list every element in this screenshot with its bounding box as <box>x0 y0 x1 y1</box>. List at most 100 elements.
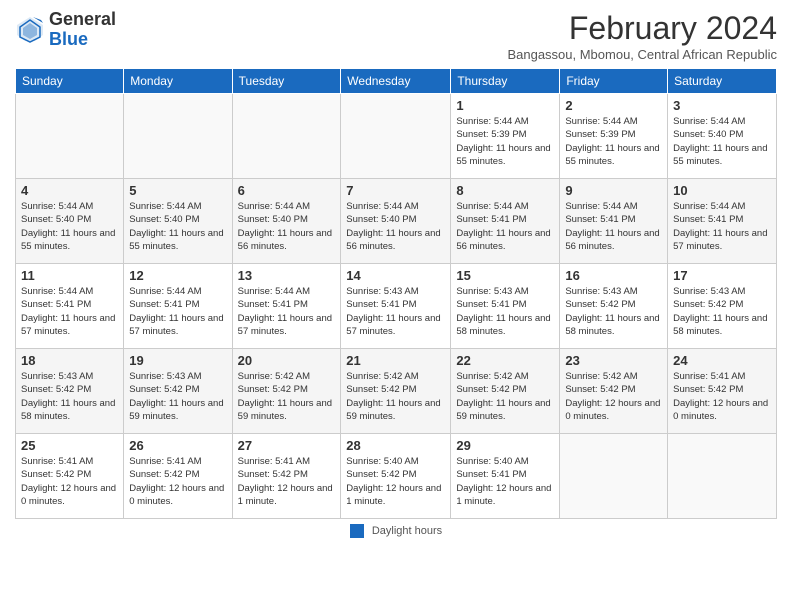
calendar-cell: 11 Sunrise: 5:44 AM Sunset: 5:41 PM Dayli… <box>16 264 124 349</box>
title-section: February 2024 Bangassou, Mbomou, Central… <box>507 10 777 62</box>
day-number: 5 <box>129 183 226 198</box>
calendar-header-sunday: Sunday <box>16 69 124 94</box>
day-info: Sunrise: 5:42 AM Sunset: 5:42 PM Dayligh… <box>565 370 662 423</box>
calendar-cell: 15Sunrise: 5:43 AM Sunset: 5:41 PM Dayli… <box>451 264 560 349</box>
calendar-cell: 27 Sunrise: 5:41 AM Sunset: 5:42 PM Dayli… <box>232 434 341 519</box>
page: General Blue February 2024 Bangassou, Mb… <box>0 0 792 612</box>
day-info: Sunrise: 5:44 AM Sunset: 5:39 PM Dayligh… <box>565 115 662 168</box>
calendar-cell: 24 Sunrise: 5:41 AM Sunset: 5:42 PM Dayli… <box>668 349 777 434</box>
day-number: 12 <box>129 268 226 283</box>
calendar-header-tuesday: Tuesday <box>232 69 341 94</box>
legend-box <box>350 524 364 538</box>
calendar-cell: 23 Sunrise: 5:42 AM Sunset: 5:42 PM Dayli… <box>560 349 668 434</box>
month-title: February 2024 <box>507 10 777 47</box>
day-info: Sunrise: 5:41 AM Sunset: 5:42 PM Dayligh… <box>673 370 771 423</box>
footer: Daylight hours <box>15 524 777 538</box>
day-number: 17 <box>673 268 771 283</box>
calendar-cell: 19 Sunrise: 5:43 AM Sunset: 5:42 PM Dayli… <box>124 349 232 434</box>
calendar-cell <box>16 94 124 179</box>
day-number: 23 <box>565 353 662 368</box>
day-info: Sunrise: 5:44 AM Sunset: 5:40 PM Dayligh… <box>129 200 226 253</box>
calendar-cell: 25Sunrise: 5:41 AM Sunset: 5:42 PM Dayli… <box>16 434 124 519</box>
logo-text: General Blue <box>49 10 116 50</box>
calendar-cell: 10 Sunrise: 5:44 AM Sunset: 5:41 PM Dayli… <box>668 179 777 264</box>
calendar-cell <box>668 434 777 519</box>
logo-blue: Blue <box>49 29 88 49</box>
day-info: Sunrise: 5:43 AM Sunset: 5:42 PM Dayligh… <box>129 370 226 423</box>
day-info: Sunrise: 5:40 AM Sunset: 5:42 PM Dayligh… <box>346 455 445 508</box>
calendar-cell: 5 Sunrise: 5:44 AM Sunset: 5:40 PM Daylig… <box>124 179 232 264</box>
day-info: Sunrise: 5:42 AM Sunset: 5:42 PM Dayligh… <box>456 370 554 423</box>
calendar-cell: 12Sunrise: 5:44 AM Sunset: 5:41 PM Dayli… <box>124 264 232 349</box>
day-info: Sunrise: 5:41 AM Sunset: 5:42 PM Dayligh… <box>129 455 226 508</box>
calendar-header-friday: Friday <box>560 69 668 94</box>
calendar-cell: 21 Sunrise: 5:42 AM Sunset: 5:42 PM Dayli… <box>341 349 451 434</box>
calendar-cell: 4Sunrise: 5:44 AM Sunset: 5:40 PM Daylig… <box>16 179 124 264</box>
day-number: 25 <box>21 438 118 453</box>
logo-general: General <box>49 9 116 29</box>
day-number: 26 <box>129 438 226 453</box>
calendar-cell: 7 Sunrise: 5:44 AM Sunset: 5:40 PM Daylig… <box>341 179 451 264</box>
day-number: 3 <box>673 98 771 113</box>
calendar-cell: 13 Sunrise: 5:44 AM Sunset: 5:41 PM Dayli… <box>232 264 341 349</box>
logo-icon <box>15 15 45 45</box>
day-number: 16 <box>565 268 662 283</box>
day-info: Sunrise: 5:44 AM Sunset: 5:40 PM Dayligh… <box>238 200 336 253</box>
day-number: 19 <box>129 353 226 368</box>
day-number: 9 <box>565 183 662 198</box>
calendar-header-thursday: Thursday <box>451 69 560 94</box>
day-number: 13 <box>238 268 336 283</box>
day-number: 10 <box>673 183 771 198</box>
day-number: 8 <box>456 183 554 198</box>
day-number: 20 <box>238 353 336 368</box>
day-number: 18 <box>21 353 118 368</box>
day-number: 1 <box>456 98 554 113</box>
day-info: Sunrise: 5:43 AM Sunset: 5:42 PM Dayligh… <box>565 285 662 338</box>
calendar-week-row: 11 Sunrise: 5:44 AM Sunset: 5:41 PM Dayli… <box>16 264 777 349</box>
calendar-cell: 8 Sunrise: 5:44 AM Sunset: 5:41 PM Daylig… <box>451 179 560 264</box>
calendar-cell: 18Sunrise: 5:43 AM Sunset: 5:42 PM Dayli… <box>16 349 124 434</box>
day-info: Sunrise: 5:44 AM Sunset: 5:40 PM Dayligh… <box>21 200 118 253</box>
day-number: 21 <box>346 353 445 368</box>
calendar-week-row: 25 Sunrise: 5:41 AM Sunset: 5:42 PM Dayli… <box>16 434 777 519</box>
calendar-header-saturday: Saturday <box>668 69 777 94</box>
calendar-header-monday: Monday <box>124 69 232 94</box>
calendar-cell <box>232 94 341 179</box>
day-info: Sunrise: 5:44 AM Sunset: 5:40 PM Dayligh… <box>673 115 771 168</box>
calendar-week-row: 4Sunrise: 5:44 AM Sunset: 5:40 PM Daylig… <box>16 179 777 264</box>
day-info: Sunrise: 5:44 AM Sunset: 5:41 PM Dayligh… <box>21 285 118 338</box>
day-info: Sunrise: 5:42 AM Sunset: 5:42 PM Dayligh… <box>238 370 336 423</box>
day-number: 7 <box>346 183 445 198</box>
calendar-cell: 14 Sunrise: 5:43 AM Sunset: 5:41 PM Dayli… <box>341 264 451 349</box>
legend-label: Daylight hours <box>372 525 442 537</box>
day-info: Sunrise: 5:42 AM Sunset: 5:42 PM Dayligh… <box>346 370 445 423</box>
day-info: Sunrise: 5:43 AM Sunset: 5:41 PM Dayligh… <box>346 285 445 338</box>
day-number: 29 <box>456 438 554 453</box>
day-number: 24 <box>673 353 771 368</box>
day-info: Sunrise: 5:44 AM Sunset: 5:40 PM Dayligh… <box>346 200 445 253</box>
subtitle: Bangassou, Mbomou, Central African Repub… <box>507 47 777 62</box>
calendar-header-wednesday: Wednesday <box>341 69 451 94</box>
day-info: Sunrise: 5:44 AM Sunset: 5:41 PM Dayligh… <box>456 200 554 253</box>
calendar-cell: 6Sunrise: 5:44 AM Sunset: 5:40 PM Daylig… <box>232 179 341 264</box>
day-info: Sunrise: 5:44 AM Sunset: 5:41 PM Dayligh… <box>565 200 662 253</box>
day-number: 14 <box>346 268 445 283</box>
day-info: Sunrise: 5:43 AM Sunset: 5:42 PM Dayligh… <box>673 285 771 338</box>
calendar-week-row: 1 Sunrise: 5:44 AM Sunset: 5:39 PM Daylig… <box>16 94 777 179</box>
calendar-cell: 22Sunrise: 5:42 AM Sunset: 5:42 PM Dayli… <box>451 349 560 434</box>
day-number: 11 <box>21 268 118 283</box>
header: General Blue February 2024 Bangassou, Mb… <box>15 10 777 62</box>
day-info: Sunrise: 5:44 AM Sunset: 5:41 PM Dayligh… <box>238 285 336 338</box>
calendar-cell <box>124 94 232 179</box>
day-number: 27 <box>238 438 336 453</box>
day-info: Sunrise: 5:40 AM Sunset: 5:41 PM Dayligh… <box>456 455 554 508</box>
day-number: 15 <box>456 268 554 283</box>
day-info: Sunrise: 5:44 AM Sunset: 5:39 PM Dayligh… <box>456 115 554 168</box>
calendar: SundayMondayTuesdayWednesdayThursdayFrid… <box>15 68 777 519</box>
calendar-cell: 16 Sunrise: 5:43 AM Sunset: 5:42 PM Dayli… <box>560 264 668 349</box>
day-info: Sunrise: 5:41 AM Sunset: 5:42 PM Dayligh… <box>238 455 336 508</box>
day-info: Sunrise: 5:44 AM Sunset: 5:41 PM Dayligh… <box>673 200 771 253</box>
calendar-cell: 28 Sunrise: 5:40 AM Sunset: 5:42 PM Dayli… <box>341 434 451 519</box>
calendar-cell: 29 Sunrise: 5:40 AM Sunset: 5:41 PM Dayli… <box>451 434 560 519</box>
day-number: 28 <box>346 438 445 453</box>
